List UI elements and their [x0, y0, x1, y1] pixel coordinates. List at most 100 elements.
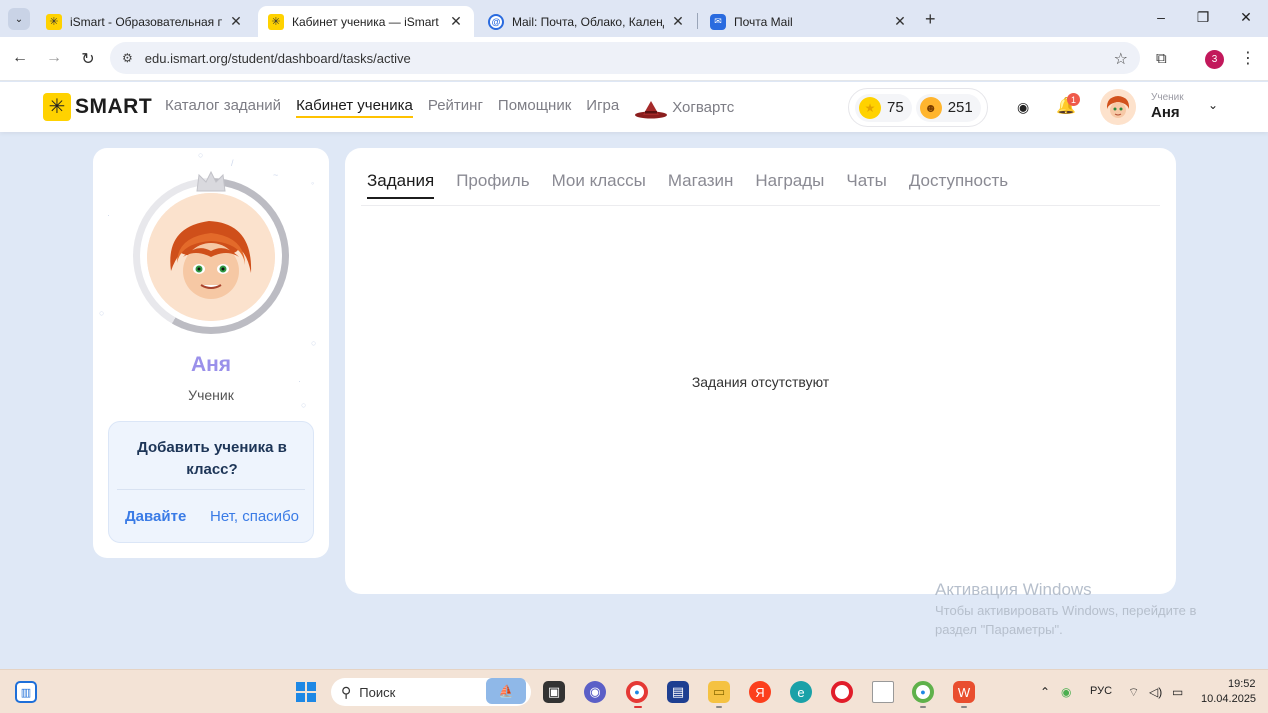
browser-tab[interactable]: ✉ Почта Mail ✕: [700, 6, 918, 37]
close-icon[interactable]: ✕: [448, 13, 464, 30]
url-text[interactable]: edu.ismart.org/student/dashboard/tasks/a…: [145, 51, 411, 66]
vivaldi-icon[interactable]: W: [953, 681, 975, 703]
nav-game[interactable]: Игра: [586, 97, 619, 118]
url-bar[interactable]: ⚙ edu.ismart.org/student/dashboard/tasks…: [110, 42, 1140, 74]
browser-tab-active[interactable]: ✳ Кабинет ученика — iSmart ✕: [258, 6, 474, 37]
decor-dot: ○: [99, 308, 105, 318]
nav-assistant[interactable]: Помощник: [498, 97, 571, 118]
running-indicator: [716, 706, 722, 708]
close-icon[interactable]: ✕: [228, 13, 244, 30]
tray-app-icon[interactable]: ◉: [1061, 685, 1071, 699]
edge-icon[interactable]: e: [790, 681, 812, 703]
widgets-icon[interactable]: ▥: [15, 681, 37, 703]
browser-tab[interactable]: @ Mail: Почта, Облако, Календар ✕: [478, 6, 696, 37]
tab-awards[interactable]: Награды: [755, 171, 824, 199]
chevron-up-icon[interactable]: ⌃: [1040, 685, 1050, 699]
user-name[interactable]: Аня: [1151, 104, 1180, 121]
mail-envelope-icon: ✉: [710, 13, 726, 30]
activation-watermark-line: Чтобы активировать Windows, перейдите в: [935, 603, 1197, 618]
notepad-icon[interactable]: [872, 681, 894, 703]
tab-profile[interactable]: Профиль: [456, 171, 529, 199]
energy-counter[interactable]: ☻ 251: [915, 93, 981, 122]
nav-catalog[interactable]: Каталог заданий: [165, 97, 281, 118]
chevron-down-icon[interactable]: ⌄: [1208, 98, 1218, 112]
prompt-question: Добавить ученика в класс?: [137, 439, 287, 478]
volume-icon[interactable]: ◁): [1149, 685, 1162, 699]
empty-state-message: Задания отсутствуют: [691, 374, 830, 390]
tabs-divider: [361, 205, 1160, 206]
bookmark-star-icon[interactable]: ☆: [1114, 49, 1128, 69]
extensions-icon[interactable]: ⧉: [1156, 50, 1167, 67]
tab-tasks[interactable]: Задания: [367, 171, 435, 199]
main-nav: Каталог заданий Кабинет ученика Рейтинг …: [165, 97, 734, 118]
opera-icon[interactable]: [831, 681, 853, 703]
tab-shop[interactable]: Магазин: [668, 171, 734, 199]
tab-search-button[interactable]: ⌄: [8, 8, 30, 30]
restore-button[interactable]: ❐: [1193, 9, 1213, 26]
start-windows-icon[interactable]: [295, 681, 317, 703]
tab-title: Кабинет ученика — iSmart: [292, 14, 439, 29]
tab-accessibility[interactable]: Доступность: [909, 171, 1008, 199]
decline-button[interactable]: Нет, спасибо: [210, 508, 299, 525]
accept-button[interactable]: Давайте: [125, 508, 186, 525]
clock-date[interactable]: 10.04.2025: [1201, 693, 1256, 705]
search-highlight-icon[interactable]: ⛵: [486, 678, 526, 704]
add-to-class-prompt: Добавить ученика в класс? Давайте Нет, с…: [108, 421, 314, 543]
nav-rating[interactable]: Рейтинг: [428, 97, 483, 118]
avatar[interactable]: [147, 193, 275, 321]
logo-sun-icon: ✳: [43, 93, 71, 121]
crown-icon: [194, 169, 228, 195]
currency-widget[interactable]: ★ 75 ☻ 251: [848, 88, 988, 127]
activation-watermark-line: раздел "Параметры".: [935, 622, 1063, 637]
close-window-button[interactable]: ✕: [1236, 9, 1256, 26]
language-indicator[interactable]: РУС: [1090, 685, 1112, 697]
site-header: ✳ SMART Каталог заданий Кабинет ученика …: [0, 82, 1268, 132]
eye-icon[interactable]: ◉: [1017, 99, 1029, 116]
nav-hogwarts[interactable]: Хогвартс: [634, 97, 734, 118]
task-view-icon[interactable]: ▣: [543, 681, 565, 703]
tab-chats[interactable]: Чаты: [846, 171, 886, 199]
chevron-down-icon: ⌄: [14, 13, 24, 25]
browser-profile-avatar[interactable]: 3: [1205, 50, 1224, 69]
forward-button[interactable]: →: [44, 49, 64, 67]
back-button[interactable]: ←: [10, 49, 30, 67]
activation-watermark-title: Активация Windows: [935, 580, 1092, 599]
clock-time[interactable]: 19:52: [1228, 678, 1256, 690]
user-role: Ученик: [1151, 92, 1184, 103]
ismart-icon: ✳: [46, 13, 62, 30]
teams-chat-icon[interactable]: ◉: [584, 681, 606, 703]
running-indicator: [634, 706, 642, 708]
close-icon[interactable]: ✕: [892, 13, 908, 30]
new-tab-button[interactable]: +: [925, 9, 936, 30]
profile-role: Ученик: [188, 387, 234, 403]
close-icon[interactable]: ✕: [670, 13, 686, 30]
ismart-icon: ✳: [268, 13, 284, 30]
chrome-icon[interactable]: ●: [626, 681, 648, 703]
chrome-alt-icon[interactable]: ●: [912, 681, 934, 703]
coins-counter[interactable]: ★ 75: [855, 93, 912, 122]
nav-hogwarts-label[interactable]: Хогвартс: [672, 99, 734, 116]
site-settings-icon[interactable]: ⚙: [122, 51, 133, 65]
search-icon: ⚲: [341, 683, 352, 700]
logo-text: SMART: [75, 95, 153, 118]
save-disk-icon[interactable]: ▤: [667, 681, 689, 703]
nav-student-cabinet[interactable]: Кабинет ученика: [296, 97, 413, 118]
decor-dot: ○: [311, 338, 317, 348]
battery-icon[interactable]: ▭: [1172, 685, 1183, 699]
decor-dot: ·: [298, 376, 301, 386]
search-label: Поиск: [359, 684, 396, 700]
minimize-button[interactable]: –: [1151, 9, 1171, 25]
ismart-logo[interactable]: ✳ SMART: [43, 93, 152, 121]
yandex-browser-icon[interactable]: Я: [749, 681, 771, 703]
browser-menu-icon[interactable]: ⋮: [1240, 48, 1256, 68]
browser-tab[interactable]: ✳ iSmart - Образовательная пла ✕: [36, 6, 254, 37]
reload-button[interactable]: ↻: [78, 49, 98, 69]
star-coin-icon: ★: [859, 96, 881, 119]
energy-value: 251: [947, 99, 973, 116]
decor-dot: ·: [107, 210, 110, 220]
wifi-icon[interactable]: ⌔: [1128, 685, 1139, 700]
tab-my-classes[interactable]: Мои классы: [552, 171, 646, 199]
tab-separator: [697, 13, 698, 29]
avatar[interactable]: [1100, 89, 1136, 125]
file-explorer-icon[interactable]: ▭: [708, 681, 730, 703]
